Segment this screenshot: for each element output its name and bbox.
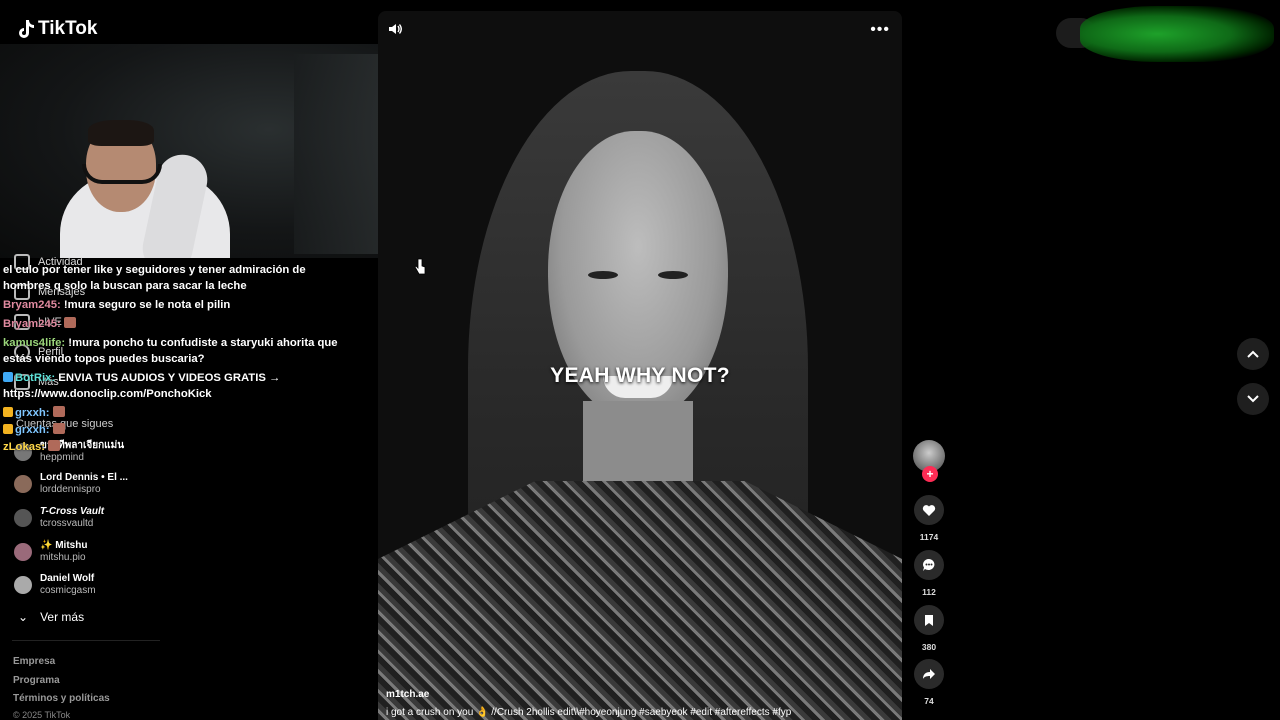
heart-icon [922,504,936,516]
hand-cursor-icon [414,258,426,275]
account-display-name: Lord Dennis • El ... [40,472,128,483]
video-player[interactable]: YEAH WHY NOT? ••• m1tch.ae i got a crush… [378,11,902,720]
video-frame-coat [378,481,902,720]
more-options-icon[interactable]: ••• [870,21,890,39]
copyright: © 2025 TikTok [13,710,71,720]
account-display-name: ✨ Mitshu [40,540,88,551]
chat-username: grxxh: [15,424,50,436]
share-button[interactable]: 74 [910,659,948,706]
save-count: 380 [921,642,937,652]
logo-text: TikTok [38,18,98,39]
comment-button[interactable]: 112 [910,550,948,597]
chat-username: grxxh: [15,407,50,419]
avatar [14,543,32,561]
chat-username: zLokas: [3,441,46,453]
chevron-down-icon [1247,395,1259,403]
account-handle: mitshu.pio [40,552,86,563]
like-button[interactable]: 1174 [910,495,948,542]
video-description[interactable]: i got a crush on you 👌 //Crush 2hollis e… [386,707,791,718]
crown-badge-icon [3,407,13,417]
next-video-button[interactable] [1237,383,1269,415]
save-button[interactable]: 380 [910,605,948,652]
followed-account[interactable]: ✨ Mitshu mitshu.pio [14,540,87,564]
account-display-name: Daniel Wolf [40,573,95,584]
follow-plus-icon[interactable]: + [922,466,938,482]
avatar [14,509,32,527]
tiktok-note-icon [19,20,34,38]
chat-username: Bryam245: [3,318,61,330]
author-avatar-button[interactable]: + [910,440,948,482]
avatar [14,475,32,493]
video-frame-eye [588,271,618,279]
share-count: 74 [924,696,934,706]
chat-message: kamus4life: !mura poncho tu confudiste a… [3,335,343,367]
account-handle: tcrossvaultd [40,518,94,529]
emote-icon [48,440,61,451]
chevron-down-icon: ⌄ [18,610,29,624]
previous-video-button[interactable] [1237,338,1269,370]
account-handle: lorddennispro [40,484,101,495]
footer-link-program[interactable]: Programa [13,675,60,686]
comment-icon [923,559,935,571]
see-more-label: Ver más [40,610,85,624]
followed-account[interactable]: T-Cross Vault tcrossvaultd [14,506,104,530]
chat-message: Bryam245: !mura seguro se le nota el pil… [3,297,343,313]
footer-link-terms[interactable]: Términos y políticas [13,693,110,704]
chat-message: grxxh: [3,422,343,438]
chevron-up-icon [1247,350,1259,358]
like-count: 1174 [919,532,939,542]
chat-message: BotRix: ENVIA TUS AUDIOS Y VIDEOS GRATIS… [3,370,343,402]
avatar: + [913,440,945,482]
chat-text: !mura seguro se le nota el pilin [60,299,231,311]
bot-badge-icon [3,372,13,382]
crown-badge-icon [3,424,13,434]
stream-chat-overlay: el culo por tener like y seguidores y te… [3,262,343,458]
share-icon [923,669,935,679]
chat-username: Bryam245: [3,299,61,311]
chat-username: BotRix: [15,372,56,384]
footer-link-company[interactable]: Empresa [13,656,55,667]
tiktok-logo[interactable]: TikTok [16,18,97,40]
volume-icon[interactable] [387,21,403,37]
chat-message: zLokas: [3,439,343,455]
bookmark-icon [925,614,933,626]
video-frame-eye [658,271,688,279]
comment-count: 112 [922,587,936,597]
divider [12,640,160,641]
emote-icon [52,423,65,434]
streamer-webcam [0,44,384,258]
see-more-button[interactable]: ⌄ Ver más [18,610,84,624]
emote-icon [63,317,76,328]
chat-message: grxxh: [3,405,343,421]
emote-icon [52,406,65,417]
followed-account[interactable]: Lord Dennis • El ... lorddennispro [14,472,128,496]
stream-overlay-graphic [1080,6,1274,62]
followed-account[interactable]: Daniel Wolf cosmicgasm [14,573,96,597]
account-handle: cosmicgasm [40,585,96,596]
chat-username: kamus4life: [3,337,66,349]
account-display-name: T-Cross Vault [40,506,105,517]
chat-message: Bryam245: [3,316,343,332]
video-author[interactable]: m1tch.ae [386,689,429,700]
chat-text: el culo por tener like y seguidores y te… [3,264,306,292]
chat-message: el culo por tener like y seguidores y te… [3,262,343,294]
video-caption-overlay: YEAH WHY NOT? [550,364,730,387]
avatar [14,576,32,594]
